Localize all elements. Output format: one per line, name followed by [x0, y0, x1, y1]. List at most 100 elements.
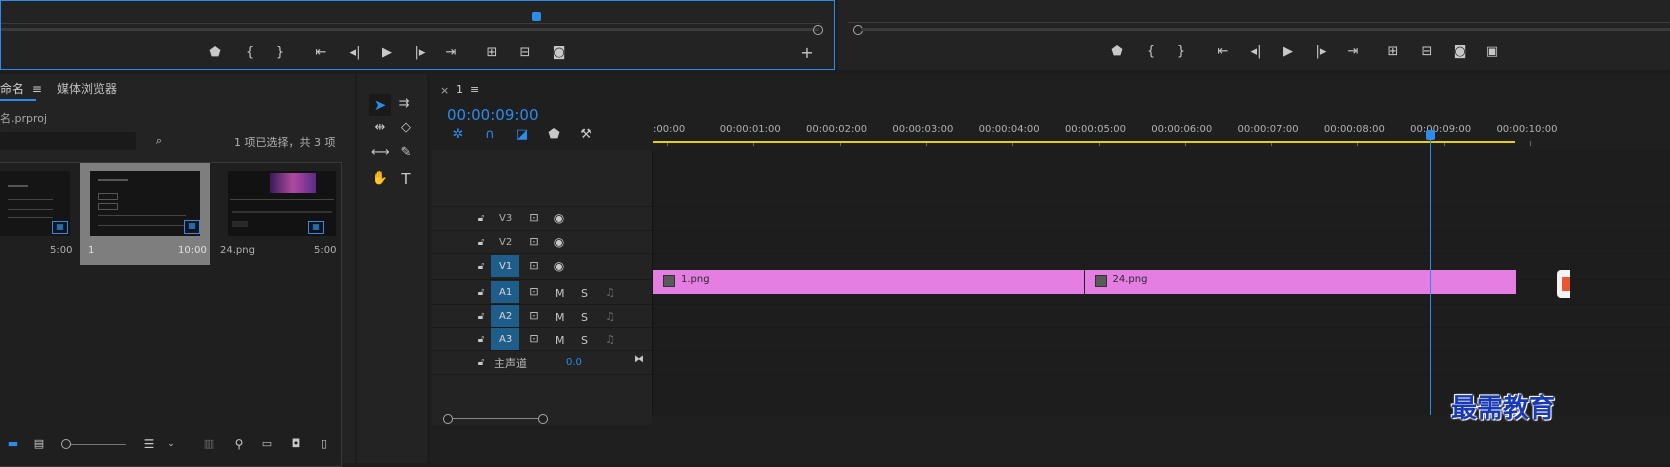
eye-icon[interactable]: ◉: [550, 234, 568, 250]
project-item[interactable]: ▦ 1 10:00: [80, 163, 210, 265]
lock-icon[interactable]: 🔓︎: [472, 259, 490, 275]
add-button[interactable]: +: [798, 45, 816, 61]
project-tab[interactable]: 命名 ≡: [0, 80, 42, 97]
mark-out-icon[interactable]: }: [271, 45, 289, 61]
go-to-in-icon[interactable]: ⇤: [1214, 44, 1232, 60]
timeline-scroll-left-handle[interactable]: [443, 414, 453, 424]
timecode-display[interactable]: 00:00:09:00: [447, 106, 539, 124]
close-tab-icon[interactable]: ×: [440, 84, 449, 97]
media-browser-tab[interactable]: 媒体浏览器: [57, 80, 117, 97]
program-ruler[interactable]: [848, 8, 1670, 23]
solo-button[interactable]: S: [581, 311, 588, 324]
timeline-clip[interactable]: 24.png: [1084, 270, 1516, 294]
microphone-icon[interactable]: ♫: [601, 285, 619, 301]
step-forward-icon[interactable]: |▸: [1312, 44, 1330, 60]
find-icon[interactable]: ⌕: [150, 133, 168, 149]
source-ruler[interactable]: [1, 9, 821, 24]
microphone-icon[interactable]: ♫: [601, 309, 619, 325]
mute-button[interactable]: M: [555, 287, 565, 300]
playhead-handle[interactable]: [1425, 130, 1435, 140]
lock-icon[interactable]: 🔓︎: [472, 285, 490, 301]
go-to-out-icon[interactable]: ⇥: [1344, 44, 1362, 60]
sync-lock-icon[interactable]: ⊡: [525, 284, 543, 300]
track-label-a3[interactable]: A3: [499, 334, 512, 345]
source-scroll-track[interactable]: [1, 28, 819, 31]
zoom-slider[interactable]: [66, 444, 126, 445]
microphone-icon[interactable]: ♫: [601, 332, 619, 348]
source-playhead[interactable]: [532, 12, 541, 21]
slip-tool-icon[interactable]: ⟷: [371, 145, 390, 161]
compare-icon[interactable]: ▣: [1483, 44, 1501, 60]
timeline-scroll-right-handle[interactable]: [538, 414, 548, 424]
camera-icon[interactable]: ◙: [550, 45, 568, 61]
mark-out-icon[interactable]: }: [1172, 44, 1190, 60]
go-to-end-icon[interactable]: ⧓: [630, 352, 648, 368]
track-label-a1[interactable]: A1: [499, 287, 512, 298]
step-forward-icon[interactable]: |▸: [411, 45, 429, 61]
go-to-in-icon[interactable]: ⇤: [312, 45, 330, 61]
track-select-tool-icon[interactable]: ⇉: [395, 96, 413, 112]
automate-icon[interactable]: ▥: [200, 436, 218, 452]
linked-selection-icon[interactable]: ◪: [513, 127, 531, 143]
track-label-a2[interactable]: A2: [499, 311, 512, 322]
lock-icon[interactable]: 🔓︎: [472, 211, 490, 227]
list-view-icon[interactable]: ▬: [4, 436, 22, 452]
extract-icon[interactable]: ⊟: [1418, 44, 1436, 60]
selection-tool-icon[interactable]: ➤: [369, 94, 391, 116]
snap-icon[interactable]: ∩: [481, 127, 499, 143]
sync-lock-icon[interactable]: ⊡: [525, 308, 543, 324]
new-bin-icon[interactable]: ▭: [258, 436, 276, 452]
sync-lock-icon[interactable]: ⊡: [525, 234, 543, 250]
type-tool-icon[interactable]: T: [397, 171, 415, 187]
sequence-tab[interactable]: 1: [456, 83, 463, 96]
camera-icon[interactable]: ◙: [1451, 44, 1469, 60]
nest-icon[interactable]: ✲: [449, 127, 467, 143]
lock-icon[interactable]: 🔓︎: [472, 355, 490, 371]
project-item[interactable]: ▦ 24.png 5:00: [218, 163, 338, 263]
eye-icon[interactable]: ◉: [550, 210, 568, 226]
hand-tool-icon[interactable]: ✋: [371, 171, 389, 187]
sync-lock-icon[interactable]: ⊡: [525, 210, 543, 226]
play-icon[interactable]: ▶: [1279, 44, 1297, 60]
search-icon[interactable]: ⚲: [230, 436, 248, 452]
insert-icon[interactable]: ⊞: [483, 45, 501, 61]
search-input[interactable]: [0, 132, 136, 150]
source-scroll-handle[interactable]: [813, 25, 823, 35]
solo-button[interactable]: S: [581, 287, 588, 300]
timeline-clip[interactable]: 1.png: [653, 270, 1084, 294]
lift-icon[interactable]: ⊞: [1384, 44, 1402, 60]
razor-tool-icon[interactable]: ◇: [397, 120, 415, 136]
track-label-v2[interactable]: V2: [499, 237, 512, 248]
project-item[interactable]: ▦ 5:00: [0, 163, 78, 263]
program-scroll-track[interactable]: [862, 28, 1670, 31]
ripple-edit-tool-icon[interactable]: ⇹: [371, 120, 389, 136]
sort-icon[interactable]: ☰: [140, 436, 158, 452]
new-item-icon[interactable]: ◘: [287, 436, 305, 452]
lock-icon[interactable]: 🔓︎: [472, 235, 490, 251]
add-marker-icon[interactable]: ⬟: [545, 127, 563, 143]
mark-in-icon[interactable]: {: [241, 45, 259, 61]
trash-icon[interactable]: ▯: [315, 436, 333, 452]
playhead-line[interactable]: [1429, 140, 1431, 415]
zoom-slider-handle[interactable]: [61, 439, 71, 449]
work-area-bar[interactable]: [653, 141, 1515, 143]
step-back-icon[interactable]: ◂|: [1247, 44, 1265, 60]
mark-in-icon[interactable]: {: [1142, 44, 1160, 60]
overwrite-icon[interactable]: ⊟: [516, 45, 534, 61]
track-label-v3[interactable]: V3: [499, 213, 512, 224]
solo-button[interactable]: S: [581, 334, 588, 347]
sync-lock-icon[interactable]: ⊡: [525, 331, 543, 347]
master-volume-value[interactable]: 0.0: [566, 357, 582, 368]
panel-menu-icon[interactable]: ≡: [470, 83, 479, 96]
sync-lock-icon[interactable]: ⊡: [525, 258, 543, 274]
pen-tool-icon[interactable]: ✎: [397, 145, 415, 161]
mute-button[interactable]: M: [555, 334, 565, 347]
go-to-out-icon[interactable]: ⇥: [442, 45, 460, 61]
chevron-down-icon[interactable]: ⌄: [162, 436, 180, 452]
marker-icon[interactable]: ⬟: [1108, 44, 1126, 60]
lock-icon[interactable]: 🔓︎: [472, 309, 490, 325]
play-icon[interactable]: ▶: [378, 45, 396, 61]
marker-icon[interactable]: ⬟: [206, 45, 224, 61]
step-back-icon[interactable]: ◂|: [346, 45, 364, 61]
wrench-icon[interactable]: ⚒: [577, 127, 595, 143]
